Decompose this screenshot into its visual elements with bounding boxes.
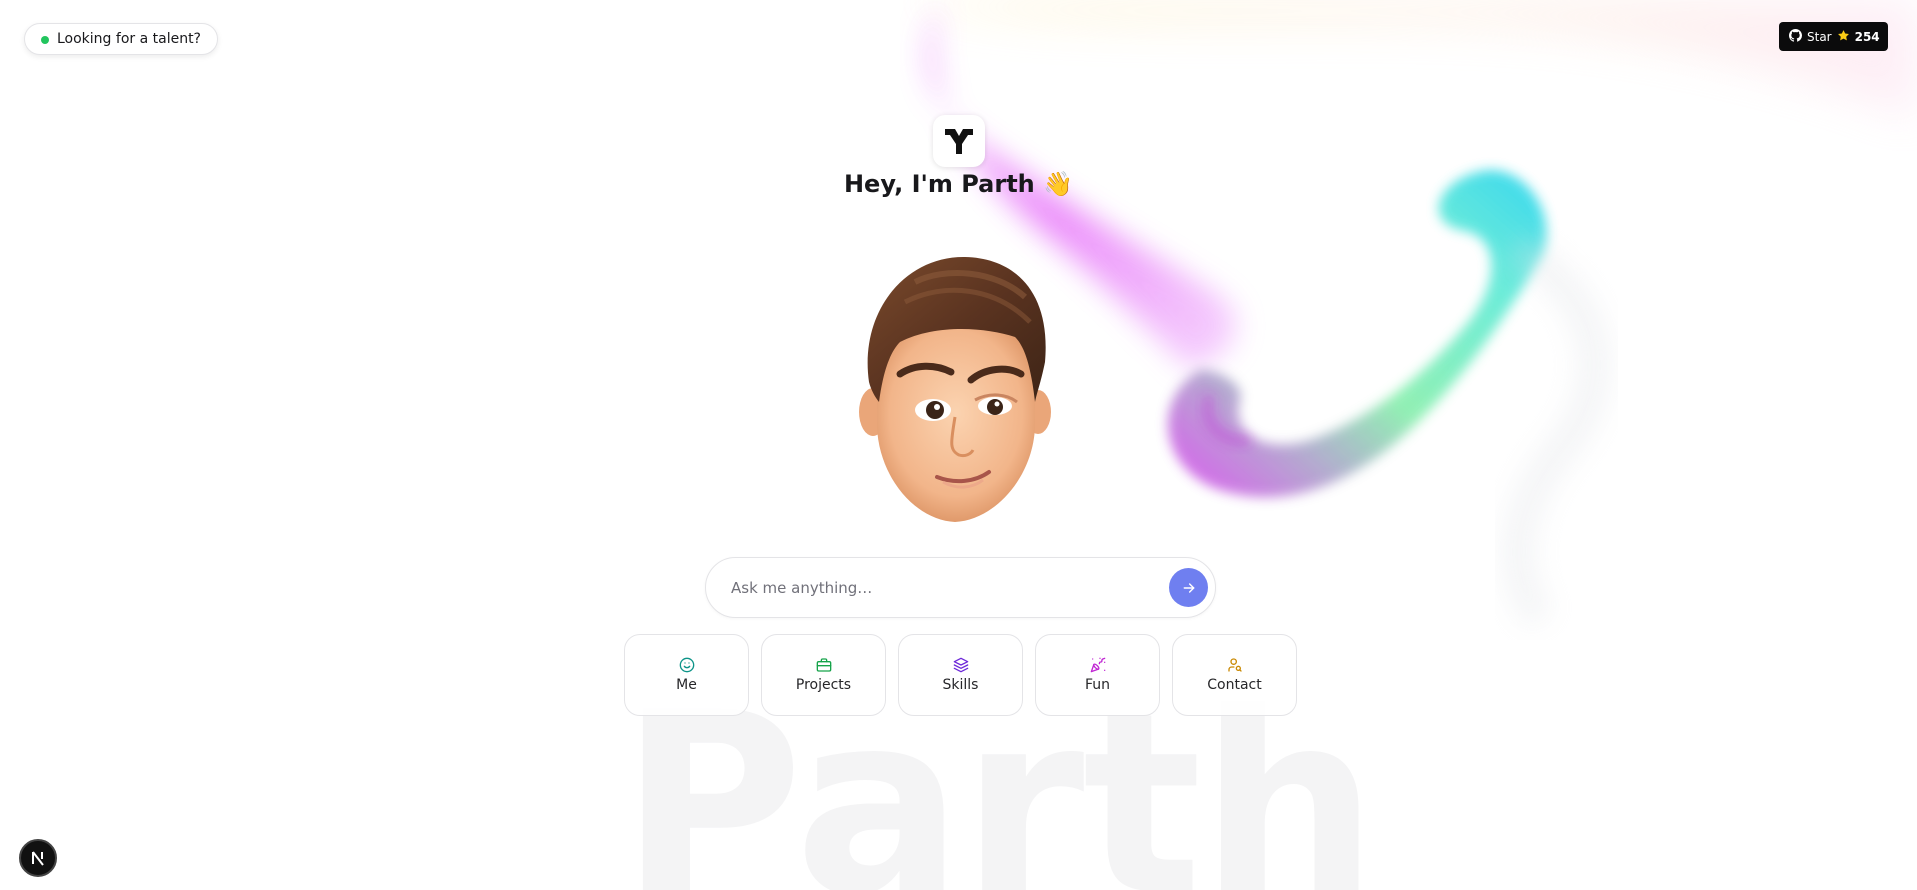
quick-actions: Me Projects Skills Fun Contact [624,634,1297,716]
smile-icon [679,657,694,673]
nextjs-dev-badge[interactable] [19,839,57,877]
logo-mark-icon [945,129,973,154]
briefcase-icon [816,658,831,672]
github-star-label: Star [1807,29,1832,44]
ask-input[interactable] [729,577,1169,598]
wave-emoji: 👋 [1043,170,1074,198]
user-search-icon [1227,658,1242,672]
star-icon [1837,29,1850,45]
quick-action-fun[interactable]: Fun [1035,634,1160,716]
quick-action-label: Projects [795,677,852,693]
layers-icon [953,657,968,673]
memoji-avatar [859,256,1051,522]
quick-action-me[interactable]: Me [624,634,749,716]
github-star-count: 254 [1854,29,1880,44]
page: Parth Looking for a talent? Star 254 Hey… [0,0,1917,890]
greeting-text: Hey, I'm Parth [843,170,1035,198]
nextjs-icon [32,851,44,866]
quick-action-label: Contact [1207,677,1262,693]
quick-action-label: Skills [942,677,979,693]
quick-action-skills[interactable]: Skills [898,634,1023,716]
logo[interactable] [933,115,985,167]
send-button[interactable] [1169,568,1208,607]
arrow-right-icon [1183,582,1194,593]
hero-greeting: Hey, I'm Parth 👋 [0,170,1917,198]
quick-action-projects[interactable]: Projects [761,634,886,716]
quick-action-contact[interactable]: Contact [1172,634,1297,716]
party-popper-icon [1090,657,1105,673]
looking-for-talent-button[interactable]: Looking for a talent? [24,23,218,55]
ask-input-container [705,557,1216,618]
quick-action-label: Fun [1084,677,1111,693]
quick-action-label: Me [676,677,697,693]
talent-pill-label: Looking for a talent? [57,31,201,47]
github-icon [1789,28,1802,45]
github-star-button[interactable]: Star 254 [1779,22,1888,51]
status-dot [41,36,49,44]
